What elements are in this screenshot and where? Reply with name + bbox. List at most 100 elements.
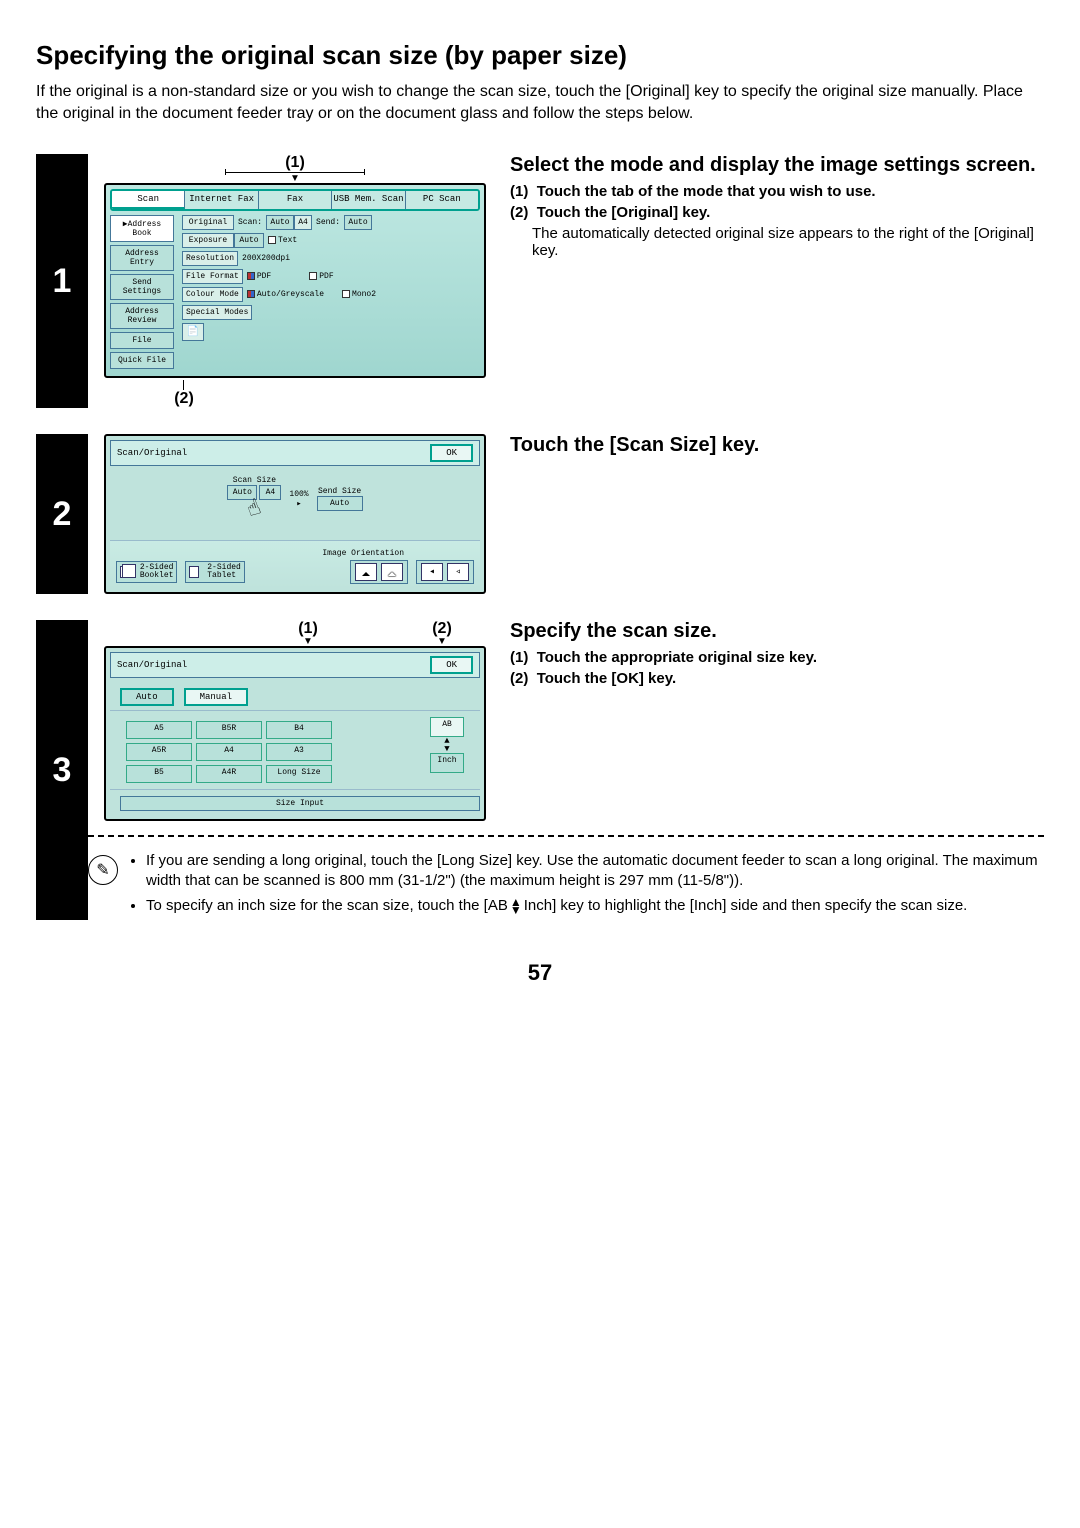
- orientation-portrait-group[interactable]: [350, 560, 408, 584]
- size-b5r[interactable]: B5R: [196, 721, 262, 739]
- colour-val: Auto/Greyscale: [257, 290, 324, 299]
- resolution-value: 200X200dpi: [238, 254, 294, 263]
- ok-button-3[interactable]: OK: [430, 656, 473, 674]
- ok-button[interactable]: OK: [430, 444, 473, 462]
- tablet-icon: [189, 566, 199, 578]
- orientation-landscape-group[interactable]: ◂ ◃: [416, 560, 474, 584]
- step-1: 1 (1) ▼ Scan Internet Fax Fax USB Mem. S…: [36, 154, 1044, 408]
- tab-auto[interactable]: Auto: [120, 688, 174, 706]
- send-size-label: Send Size: [317, 487, 363, 496]
- two-sided-tablet-button[interactable]: 2-SidedTablet: [185, 561, 244, 583]
- scan-original-screen: Scan/Original OK Scan Size Auto A4 ☝ 100…: [104, 434, 486, 594]
- step-2-number: 2: [36, 434, 88, 594]
- colour-val2: Mono2: [352, 290, 376, 299]
- tab-pc-scan[interactable]: PC Scan: [406, 191, 478, 209]
- side-send-settings[interactable]: Send Settings: [110, 274, 174, 300]
- page-title: Specifying the original scan size (by pa…: [36, 40, 1044, 71]
- scan-label: Scan:: [234, 218, 266, 227]
- step-2-screenshot-area: Scan/Original OK Scan Size Auto A4 ☝ 100…: [88, 434, 498, 594]
- page-number: 57: [36, 960, 1044, 986]
- size-b5[interactable]: B5: [126, 765, 192, 783]
- step-2-heading: Touch the [Scan Size] key.: [510, 434, 1044, 457]
- step-2: 2 Scan/Original OK Scan Size Auto A4 ☝ 1…: [36, 434, 1044, 594]
- orientation-portrait-outline[interactable]: [381, 563, 403, 581]
- step-1-number: 1: [36, 154, 88, 408]
- special-modes-button[interactable]: Special Modes: [182, 305, 252, 320]
- scan-original-title-3: Scan/Original: [117, 660, 187, 670]
- size-b4[interactable]: B4: [266, 721, 332, 739]
- unit-toggle-icon: ▲▼: [430, 737, 464, 753]
- step-3-heading: Specify the scan size.: [510, 620, 1044, 643]
- step3-li1-txt: Touch the appropriate original size key.: [537, 649, 817, 666]
- two-sided-booklet-button[interactable]: 2-SidedBooklet: [116, 561, 177, 583]
- scan-size-value[interactable]: A4: [294, 215, 312, 230]
- unit-ab[interactable]: AB: [430, 717, 464, 737]
- step-3-screenshot-area: (1) ▼ (2) ▼ Scan/Original OK Auto: [88, 620, 498, 821]
- size-a5r[interactable]: A5R: [126, 743, 192, 761]
- callout-1: (1): [104, 154, 486, 172]
- send-auto-button[interactable]: Auto: [344, 215, 372, 230]
- step-1-screenshot-area: (1) ▼ Scan Internet Fax Fax USB Mem. Sca…: [88, 154, 498, 408]
- side-address-entry[interactable]: Address Entry: [110, 245, 174, 271]
- file-format-button[interactable]: File Format: [182, 269, 243, 284]
- step1-li2-txt: Touch the [Original] key.: [537, 204, 711, 221]
- step1-li2-num: (2): [510, 204, 528, 221]
- orientation-landscape-left[interactable]: ◂: [421, 563, 443, 581]
- callout-2: (2): [174, 390, 194, 408]
- side-file[interactable]: File: [110, 332, 174, 349]
- original-button[interactable]: Original: [182, 215, 234, 230]
- tab-usb-mem-scan[interactable]: USB Mem. Scan: [332, 191, 405, 209]
- resolution-button[interactable]: Resolution: [182, 251, 238, 266]
- size-a4r[interactable]: A4R: [196, 765, 262, 783]
- booklet-icon: [120, 566, 132, 578]
- direction-arrow-icon: ▸: [289, 499, 308, 509]
- image-orientation-label: Image Orientation: [116, 549, 404, 558]
- preview-icon: 📄: [187, 327, 199, 338]
- colour-icon: [247, 290, 255, 298]
- text-icon: [268, 236, 276, 244]
- colour-mode-button[interactable]: Colour Mode: [182, 287, 243, 302]
- size-a5[interactable]: A5: [126, 721, 192, 739]
- preview-button[interactable]: 📄: [182, 323, 204, 341]
- notes-block: ✎ If you are sending a long original, to…: [88, 851, 1044, 920]
- send-label: Send:: [312, 218, 344, 227]
- mode-settings-screen: Scan Internet Fax Fax USB Mem. Scan PC S…: [104, 183, 486, 378]
- orientation-landscape-right[interactable]: ◃: [447, 563, 469, 581]
- tab-internet-fax[interactable]: Internet Fax: [185, 191, 258, 209]
- scan-original-title: Scan/Original: [117, 448, 187, 458]
- send-size-auto[interactable]: Auto: [317, 496, 363, 511]
- scan-size-pct: 100%: [289, 490, 308, 499]
- arrow-down-icon: ▼: [204, 638, 412, 646]
- step1-li1-txt: Touch the tab of the mode that you wish …: [537, 183, 876, 200]
- tab-scan[interactable]: Scan: [112, 191, 185, 209]
- note-2: To specify an inch size for the scan siz…: [146, 896, 1044, 916]
- ff-val2: PDF: [319, 272, 333, 281]
- scan-auto-button[interactable]: Auto: [266, 215, 294, 230]
- orientation-portrait-solid[interactable]: [355, 563, 377, 581]
- step3-li2-num: (2): [510, 670, 528, 687]
- side-address-review[interactable]: Address Review: [110, 303, 174, 329]
- notes-separator: [88, 835, 1044, 837]
- tab-manual[interactable]: Manual: [184, 688, 248, 706]
- exposure-value[interactable]: Auto: [234, 233, 264, 248]
- step1-desc: The automatically detected original size…: [532, 225, 1044, 259]
- exposure-button[interactable]: Exposure: [182, 233, 234, 248]
- ab-inch-toggle-icon: ▲▼: [510, 898, 522, 914]
- scan-size-select-screen: Scan/Original OK Auto Manual A5 B5R: [104, 646, 486, 821]
- step3-li2-txt: Touch the [OK] key.: [537, 670, 676, 687]
- step-3-number: 3: [36, 620, 88, 920]
- side-quick-file[interactable]: Quick File: [110, 352, 174, 369]
- side-address-book[interactable]: ▶Address Book: [110, 215, 174, 242]
- step-1-heading: Select the mode and display the image se…: [510, 154, 1044, 177]
- size-a3[interactable]: A3: [266, 743, 332, 761]
- step1-li1-num: (1): [510, 183, 528, 200]
- tab-fax[interactable]: Fax: [259, 191, 332, 209]
- size-long[interactable]: Long Size: [266, 765, 332, 783]
- mono-icon: [342, 290, 350, 298]
- size-a4[interactable]: A4: [196, 743, 262, 761]
- unit-inch[interactable]: Inch: [430, 753, 464, 773]
- size-input-button[interactable]: Size Input: [120, 796, 480, 811]
- scan-size-label: Scan Size: [227, 476, 281, 485]
- pdf-mono-icon: [309, 272, 317, 280]
- pencil-note-icon: ✎: [88, 855, 118, 885]
